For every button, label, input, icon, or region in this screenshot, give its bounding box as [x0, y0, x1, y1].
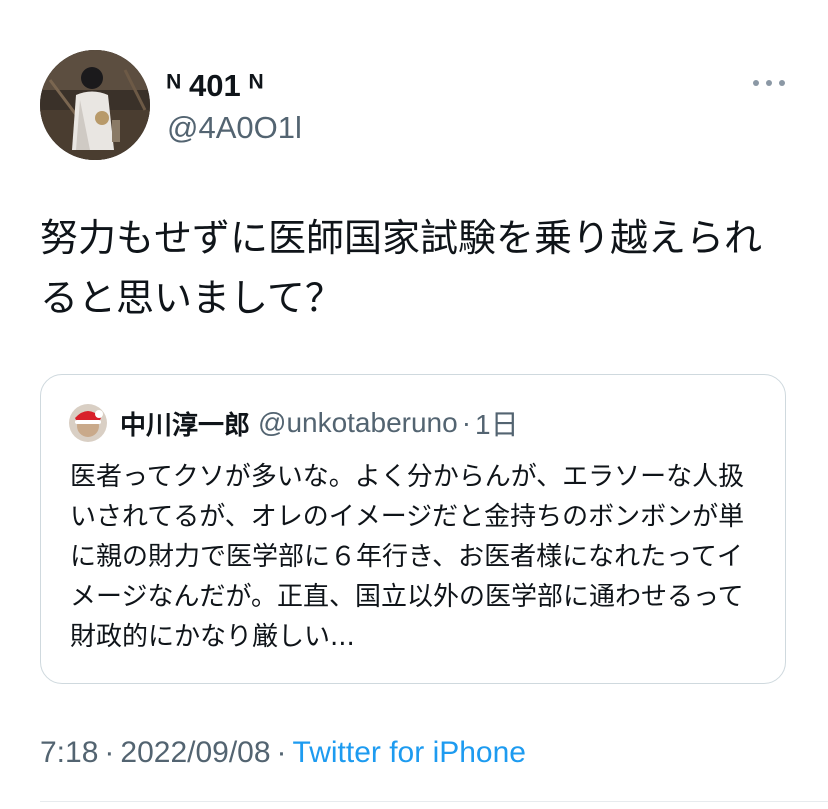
- author-avatar[interactable]: [40, 50, 150, 160]
- quote-text: 医者ってクソが多いな。よく分からんが、エラソーな人扱いされてるが、オレのイメージ…: [70, 462, 745, 652]
- author-handle[interactable]: @4A0O1l: [167, 110, 302, 146]
- quote-author-handle[interactable]: @unkotaberuno: [258, 407, 458, 439]
- quote-separator: ·: [461, 407, 472, 438]
- meta-separator: ·: [104, 736, 115, 769]
- tweet-date[interactable]: 2022/09/08: [120, 736, 270, 769]
- more-dot: [779, 80, 785, 86]
- tweet-source-link[interactable]: Twitter for iPhone: [293, 736, 526, 769]
- divider: [40, 801, 828, 802]
- tweet-text: 努力もせずに医師国家試験を乗り越えられると思いまして？: [40, 216, 763, 320]
- meta-separator: ·: [276, 736, 287, 769]
- author-info: ᴺ 401 ᴺ @4A0O1l: [167, 68, 302, 146]
- tweet-time[interactable]: 7:18: [40, 736, 98, 769]
- quote-timestamp[interactable]: 1日: [475, 403, 519, 443]
- tweet-meta: 7:18 · 2022/09/08 · Twitter for iPhone: [40, 733, 526, 773]
- quote-tweet-card[interactable]: 中川淳一郎 @unkotaberuno · 1日 医者ってクソが多いな。よく分か…: [40, 374, 786, 684]
- quote-author-avatar[interactable]: [69, 404, 107, 442]
- author-display-name[interactable]: ᴺ 401 ᴺ: [167, 68, 302, 104]
- tweet-header: ᴺ 401 ᴺ @4A0O1l: [40, 50, 800, 160]
- quote-header: 中川淳一郎 @unkotaberuno · 1日: [69, 403, 519, 443]
- quote-author-name[interactable]: 中川淳一郎: [120, 405, 250, 442]
- avatar-photo-icon: [69, 404, 107, 442]
- more-dot: [753, 80, 759, 86]
- more-dot: [766, 80, 772, 86]
- more-horizontal-icon[interactable]: [753, 78, 785, 88]
- avatar-photo-icon: [40, 50, 150, 160]
